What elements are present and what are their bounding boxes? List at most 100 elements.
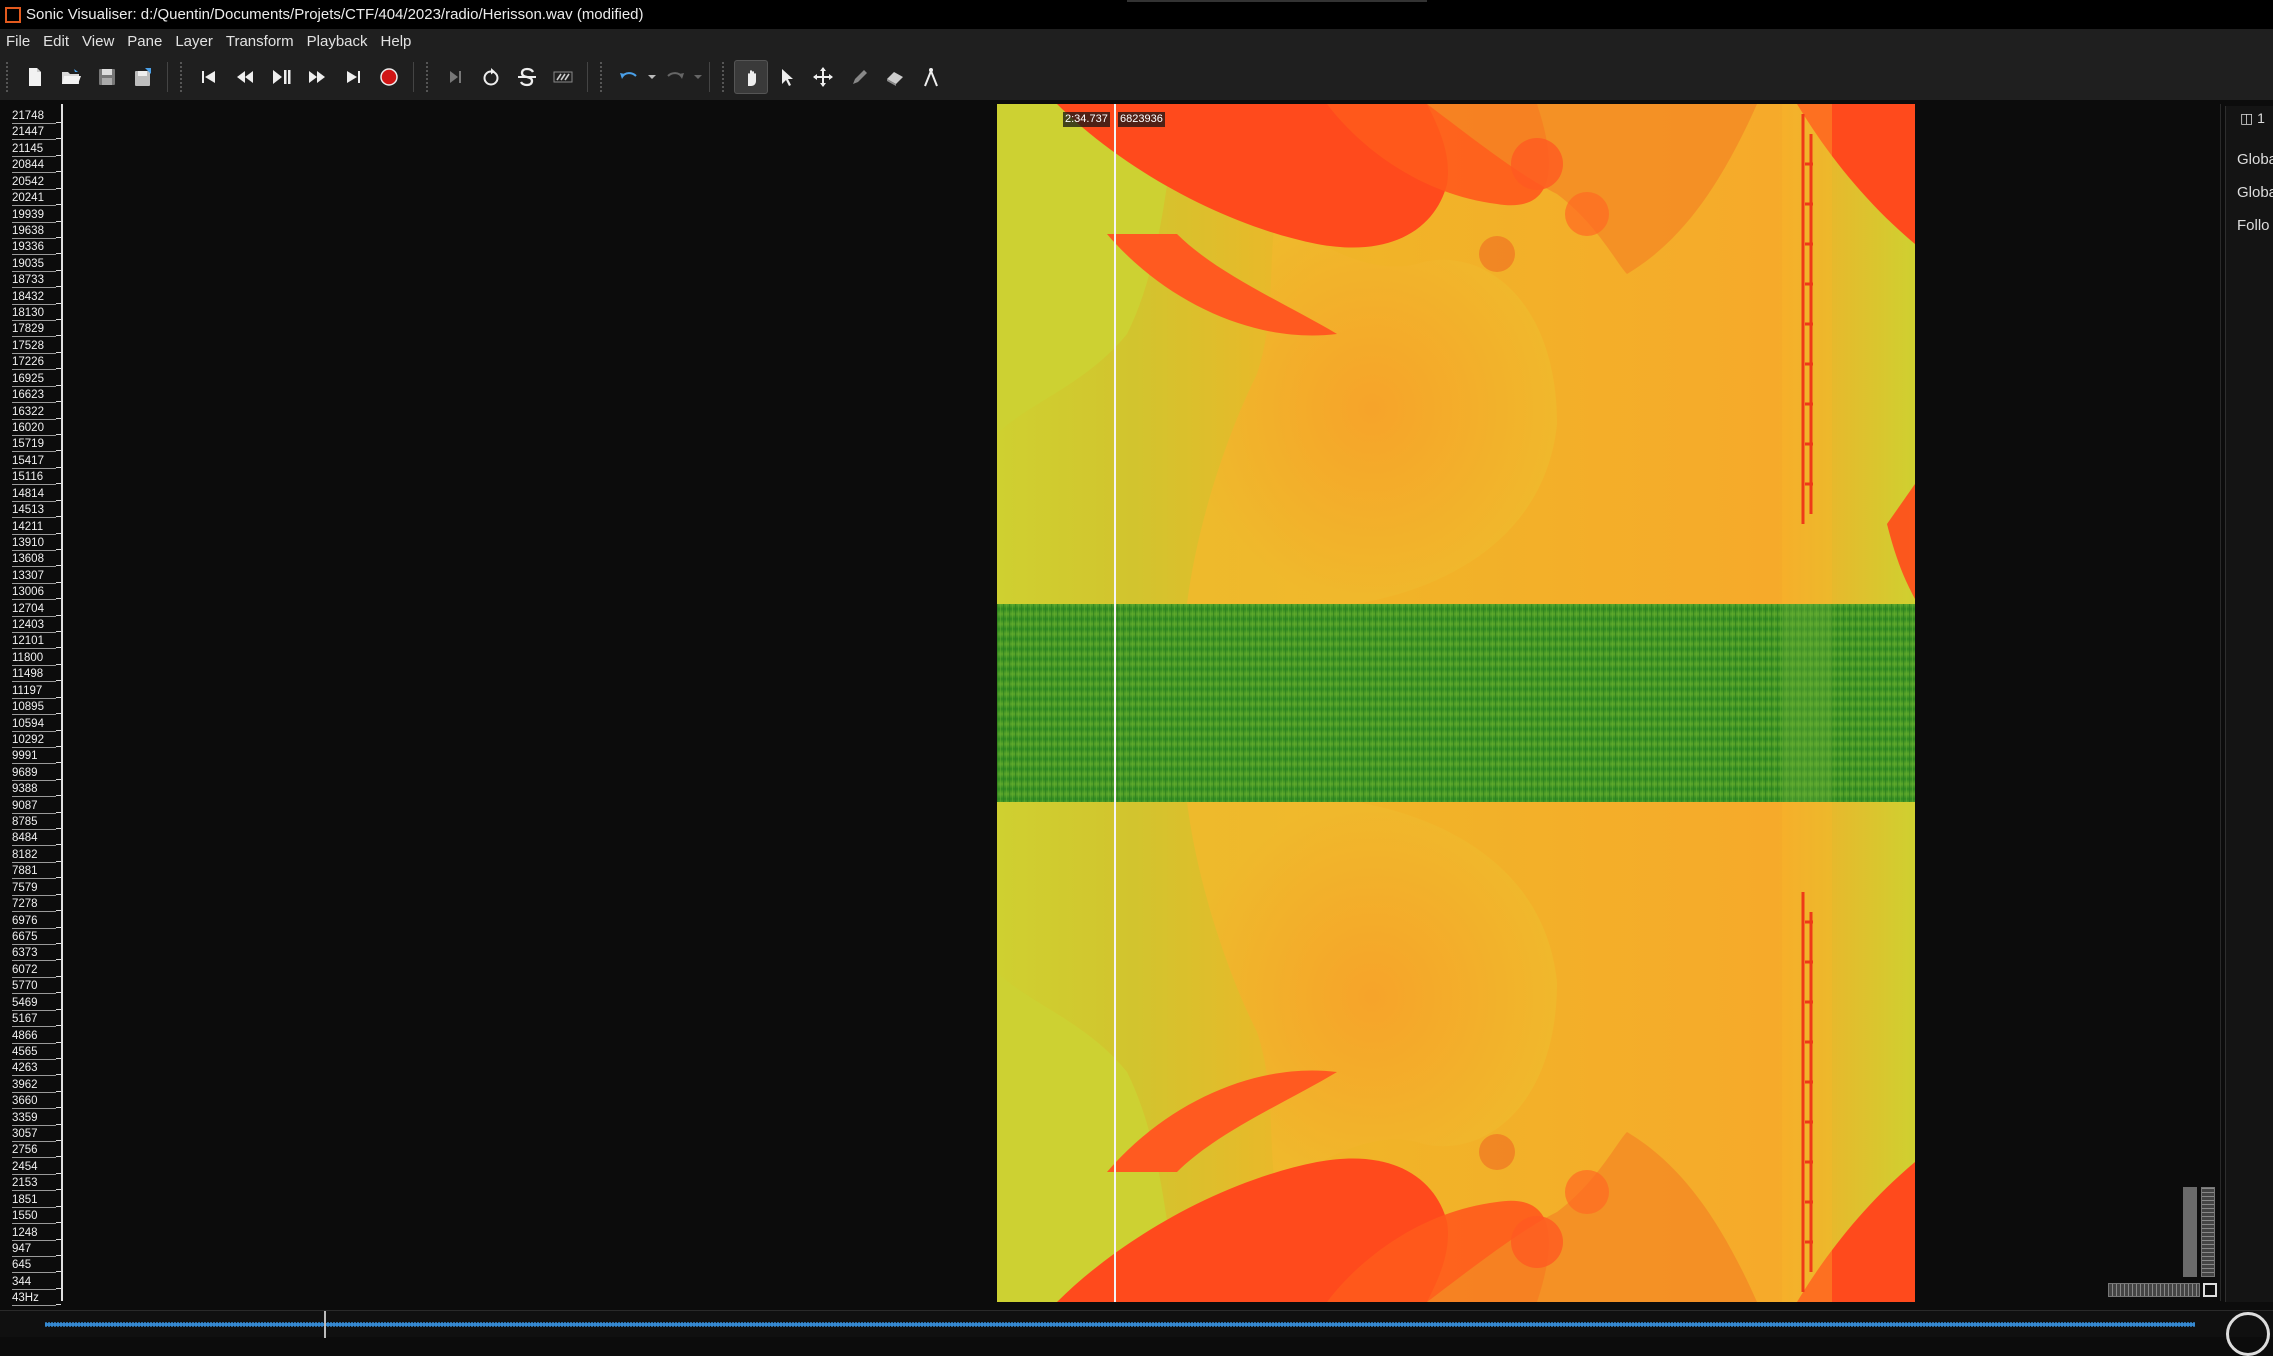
menu-pane[interactable]: Pane [127,33,162,50]
frequency-label: 11498 [12,668,56,683]
menu-edit[interactable]: Edit [43,33,69,50]
fast-forward-button[interactable] [300,60,334,94]
fast-forward-end-icon [347,71,360,83]
frequency-tick [56,778,61,780]
frequency-tick [56,828,61,830]
record-button[interactable] [372,60,406,94]
frequency-tick [56,1222,61,1224]
menu-playback[interactable]: Playback [307,33,368,50]
new-file-icon [29,68,41,86]
property-tab[interactable]: ◫ 1 [2240,110,2265,127]
play-selection-button[interactable] [438,60,472,94]
frequency-label: 16322 [12,405,56,420]
frequency-tick [56,1008,61,1010]
loop-icon [483,68,499,86]
frequency-label: 7579 [12,881,56,896]
menu-transform[interactable]: Transform [226,33,294,50]
frequency-tick [56,1287,61,1289]
toolbar-grip[interactable] [722,62,728,92]
record-icon [380,68,398,86]
play-pause-button[interactable] [264,60,298,94]
frequency-tick [56,680,61,682]
frequency-label: 12403 [12,619,56,634]
draw-tool-button[interactable] [842,60,876,94]
frequency-label: 21748 [12,110,56,124]
frequency-tick [56,745,61,747]
frequency-label: 18432 [12,290,56,305]
frequency-label: 19336 [12,241,56,256]
frequency-label: 3057 [12,1128,56,1143]
menu-layer[interactable]: Layer [175,33,213,50]
frequency-label: 10594 [12,717,56,732]
overview-waveform[interactable] [0,1310,2273,1338]
frequency-tick [56,893,61,895]
save-button[interactable] [90,60,124,94]
frequency-tick [56,581,61,583]
loop-button[interactable] [474,60,508,94]
frequency-tick [56,319,61,321]
toolbar-grip[interactable] [6,62,12,92]
menu-view[interactable]: View [82,33,114,50]
frequency-tick [56,1238,61,1240]
pan-thumb[interactable] [2183,1187,2197,1277]
frequency-tick [56,1041,61,1043]
chevron-down-icon [694,75,702,79]
playhead-line[interactable] [1114,104,1116,1302]
move-tool-icon [813,67,833,87]
zoom-reset-button[interactable] [2203,1283,2217,1297]
fast-forward-end-button[interactable] [336,60,370,94]
menu-help[interactable]: Help [381,33,412,50]
window-title: Sonic Visualiser: d:/Quentin/Documents/P… [26,6,644,23]
undo-button[interactable] [612,60,646,94]
redo-button[interactable] [658,60,692,94]
speedup-button[interactable] [546,60,580,94]
undo-dropdown[interactable] [647,60,657,94]
frequency-label: 1550 [12,1210,56,1225]
solo-button[interactable] [510,60,544,94]
measure-tool-button[interactable] [914,60,948,94]
open-button[interactable] [54,60,88,94]
frequency-label: 947 [12,1242,56,1257]
toolbar-grip[interactable] [426,62,432,92]
overview-playhead [324,1311,326,1338]
frequency-label: 13910 [12,536,56,551]
chevron-down-icon [648,75,656,79]
navigate-tool-button[interactable] [734,60,768,94]
property-row-follow[interactable]: Follo [2237,217,2270,234]
new-file-button[interactable] [18,60,52,94]
toolbar-grip[interactable] [600,62,606,92]
frequency-label: 5770 [12,980,56,995]
rewind-start-button[interactable] [192,60,226,94]
vertical-zoom-wheel[interactable] [2201,1187,2215,1277]
frequency-label: 2756 [12,1144,56,1159]
horizontal-zoom-wheel[interactable] [2108,1283,2200,1297]
frequency-label: 9689 [12,766,56,781]
frequency-label: 3962 [12,1078,56,1093]
frequency-label: 20241 [12,192,56,207]
menu-file[interactable]: File [6,33,30,50]
erase-tool-button[interactable] [878,60,912,94]
frequency-tick [56,483,61,485]
save-as-button[interactable] [126,60,160,94]
playback-speed-dial[interactable] [2226,1312,2270,1356]
spectrogram-view[interactable] [997,104,1915,1302]
frequency-tick [56,154,61,156]
property-row-global-1[interactable]: Globa [2237,151,2273,168]
frequency-tick [56,1172,61,1174]
toolbar-grip[interactable] [180,62,186,92]
frequency-label: 18130 [12,307,56,322]
measure-tool-icon [924,68,938,87]
frequency-tick [56,598,61,600]
frequency-tick [56,729,61,731]
property-row-global-2[interactable]: Globa [2237,184,2273,201]
frequency-label: 9991 [12,750,56,765]
frequency-label: 8484 [12,832,56,847]
redo-dropdown[interactable] [693,60,703,94]
rewind-button[interactable] [228,60,262,94]
select-tool-button[interactable] [770,60,804,94]
navigate-tool-icon [748,70,756,86]
frequency-label: 15719 [12,438,56,453]
app-icon [5,6,21,23]
frequency-tick [56,713,61,715]
move-tool-button[interactable] [806,60,840,94]
